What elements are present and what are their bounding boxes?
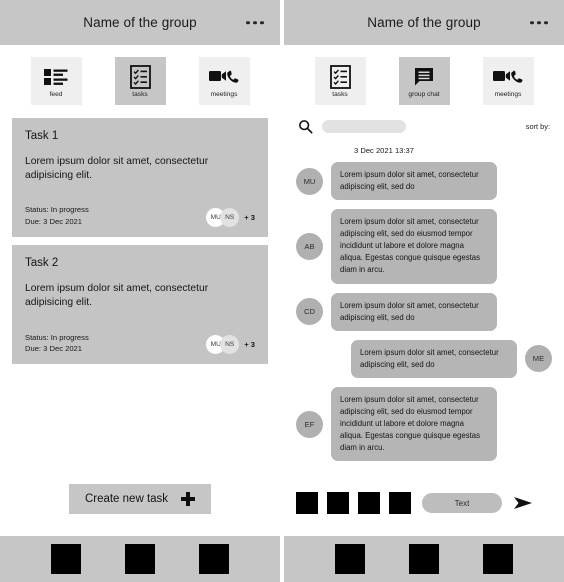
checklist-icon [329,63,351,90]
tab-tasks-label: tasks [332,91,348,99]
bottom-nav-item-2[interactable] [125,544,155,574]
task-meta: Status: In progress Due: 3 Dec 2021 [25,204,89,227]
wireframe-mockup: Name of the group feed tasks meetings Ta… [0,0,564,582]
bottom-nav-item-3[interactable] [483,544,513,574]
task-title: Task 1 [25,130,59,142]
tab-tasks[interactable]: tasks [314,57,366,105]
message-bubble[interactable]: Lorem ipsum dolor sit amet, consectetur … [331,209,497,284]
avatar-overflow-count: + 3 [244,213,255,223]
chat-date-divider: 3 Dec 2021 13:37 [354,146,414,155]
task-list: Task 1 Lorem ipsum dolor sit amet, conse… [0,115,280,365]
send-arrow-icon[interactable] [513,495,533,511]
task-meta: Status: In progress Due: 3 Dec 2021 [25,332,89,355]
kebab-menu-icon[interactable] [528,15,550,31]
task-card[interactable]: Task 1 Lorem ipsum dolor sit amet, conse… [12,118,268,238]
tasks-screen: Name of the group feed tasks meetings Ta… [0,0,282,582]
tab-group-chat[interactable]: group chat [398,57,450,105]
bottom-nav-item-1[interactable] [335,544,365,574]
page-title: Name of the group [83,15,197,30]
message-bubble[interactable]: Lorem ipsum dolor sit amet, consectetur … [331,292,497,331]
search-input[interactable] [322,120,406,133]
task-due: Due: 3 Dec 2021 [25,216,82,226]
left-bottom-nav [0,536,280,582]
message-input[interactable]: Text [422,493,502,513]
task-assignees[interactable]: MU NS + 3 [206,335,255,355]
right-bottom-nav [284,536,564,582]
task-description: Lorem ipsum dolor sit amet, consectetur … [25,156,209,182]
search-icon[interactable] [298,119,313,134]
task-status: Status: In progress [25,332,89,342]
task-assignees[interactable]: MU NS + 3 [206,208,255,228]
bottom-nav-item-3[interactable] [199,544,229,574]
create-new-task-button[interactable]: Create new task [68,484,212,514]
avatar: EF [296,410,323,438]
tab-feed-label: feed [49,91,63,99]
task-due: Due: 3 Dec 2021 [25,343,82,353]
tab-meetings[interactable]: meetings [482,57,534,105]
attachment-button-2[interactable] [327,492,349,514]
video-call-icon [493,63,523,90]
chat-message-own: Lorem ipsum dolor sit amet, consectetur … [296,339,552,378]
plus-icon [181,492,196,506]
sort-by-label[interactable]: sort by: [526,122,550,131]
task-description: Lorem ipsum dolor sit amet, consectetur … [25,283,209,309]
message-bubble[interactable]: Lorem ipsum dolor sit amet, consectetur … [331,162,497,201]
message-bubble[interactable]: Lorem ipsum dolor sit amet, consectetur … [351,339,517,378]
right-tab-bar: tasks group chat meetings [284,45,564,115]
feed-icon [44,63,68,90]
checklist-icon [129,63,151,90]
create-task-area: Create new task [0,484,280,536]
right-header: Name of the group [284,0,564,45]
chat-message: CD Lorem ipsum dolor sit amet, consectet… [296,292,552,331]
task-card[interactable]: Task 2 Lorem ipsum dolor sit amet, conse… [12,245,268,365]
right-spacer [284,470,564,492]
task-footer: Status: In progress Due: 3 Dec 2021 MU N… [25,332,255,355]
tab-meetings[interactable]: meetings [198,57,250,105]
search-row: sort by: [284,115,564,140]
tab-tasks-label: tasks [132,91,148,99]
attachment-button-1[interactable] [296,492,318,514]
tab-group-chat-label: group chat [408,91,440,99]
chat-message: EF Lorem ipsum dolor sit amet, consectet… [296,386,552,462]
avatar: ME [525,345,552,373]
chat-bubble-icon [413,63,435,90]
bottom-nav-item-1[interactable] [51,544,81,574]
message-composer: Text [284,492,564,536]
tab-meetings-label: meetings [494,91,522,99]
left-tab-bar: feed tasks meetings [0,45,280,115]
video-call-icon [209,63,239,90]
attachment-button-4[interactable] [389,492,411,514]
left-header: Name of the group [0,0,280,45]
avatar: NS [220,208,240,228]
chat-message: MU Lorem ipsum dolor sit amet, consectet… [296,162,552,201]
kebab-menu-icon[interactable] [244,15,266,31]
chat-thread: 3 Dec 2021 13:37 MU Lorem ipsum dolor si… [284,140,564,470]
tab-feed[interactable]: feed [30,57,82,105]
group-chat-screen: Name of the group tasks group chat meeti… [282,0,564,582]
avatar: CD [296,298,323,326]
attachment-button-3[interactable] [358,492,380,514]
bottom-nav-item-2[interactable] [409,544,439,574]
avatar: NS [220,335,240,355]
tab-tasks[interactable]: tasks [114,57,166,105]
chat-message: AB Lorem ipsum dolor sit amet, consectet… [296,209,552,284]
tab-meetings-label: meetings [210,91,238,99]
message-bubble[interactable]: Lorem ipsum dolor sit amet, consectetur … [331,386,497,462]
task-footer: Status: In progress Due: 3 Dec 2021 MU N… [25,204,255,228]
page-title: Name of the group [367,15,481,30]
task-status: Status: In progress [25,205,89,215]
avatar: MU [296,167,323,195]
avatar: AB [296,232,323,260]
task-title: Task 2 [25,257,59,270]
avatar-overflow-count: + 3 [244,340,255,350]
create-new-task-label: Create new task [84,493,169,505]
left-spacer [0,364,280,484]
